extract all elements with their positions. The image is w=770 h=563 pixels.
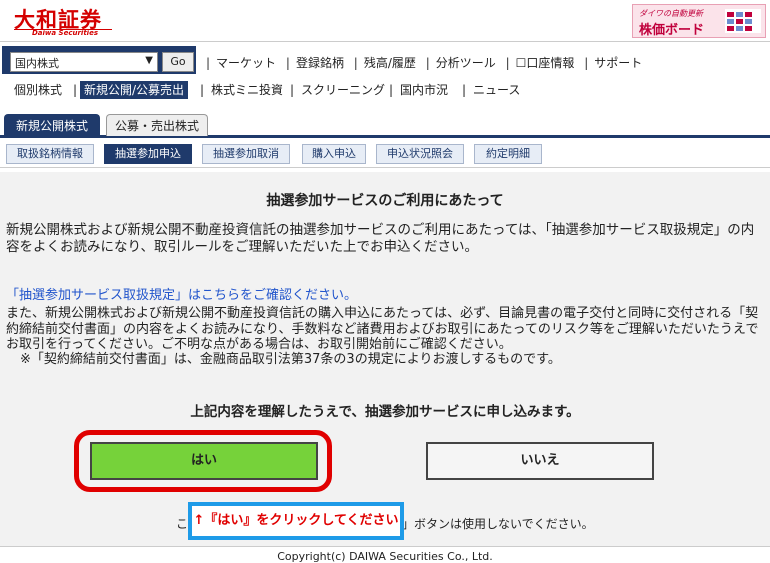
dropdown-arrow-icon: ▼ (145, 55, 153, 66)
tab-public-offering[interactable]: 公募・売出株式 (106, 114, 208, 136)
subnav-mini-stocks[interactable]: 株式ミニ投資 (207, 81, 287, 99)
subnav-market-news[interactable]: 国内市況 (396, 81, 452, 99)
subnav-news[interactable]: ニュース (469, 81, 524, 99)
no-button[interactable]: いいえ (426, 442, 654, 480)
logo-english: Daiwa Securities (32, 29, 98, 37)
subtab-status-inquiry[interactable]: 申込状況照会 (376, 144, 464, 164)
nav-analysis[interactable]: 分析ツール (436, 54, 496, 71)
product-select[interactable]: 国内株式 ▼ (10, 52, 158, 72)
product-selector-box: 国内株式 ▼ Go (2, 46, 196, 74)
copyright-footer: Copyright(c) DAIWA Securities Co., Ltd. (0, 546, 770, 563)
subtab-bar: 取扱銘柄情報 抽選参加申込 抽選参加取消 購入申込 申込状況照会 約定明細 (0, 140, 770, 168)
daiwa-logo[interactable]: 大和証券 Daiwa Securities (4, 2, 112, 38)
tab-new-ipo[interactable]: 新規公開株式 (4, 114, 100, 136)
nav-balance[interactable]: 残高/履歴 (364, 54, 416, 71)
disclosure-note: ※「契約締結前交付書面」は、金融商品取引法第37条の3の規定によりお渡しするもの… (20, 352, 561, 367)
page-title: 抽選参加サービスのご利用にあたって (266, 193, 504, 209)
chart-icon (725, 9, 761, 33)
subtab-purchase[interactable]: 購入申込 (302, 144, 366, 164)
sub-nav: 個別株式 | 新規公開/公募売出 | 株式ミニ投資 | スクリーニング | 国内… (0, 80, 770, 102)
terms-link[interactable]: 「抽選参加サービス取扱規定」はこちらをご確認ください。 (6, 284, 357, 303)
nav-market[interactable]: マーケット (216, 54, 276, 71)
click-instruction-callout: ↑『はい』をクリックしてください (188, 502, 404, 540)
banner-subtitle: ダイワの自動更新 (639, 9, 703, 18)
banner-title: 株価ボード (639, 23, 705, 38)
nav-support[interactable]: サポート (594, 54, 642, 71)
nav-registered[interactable]: 登録銘柄 (296, 54, 344, 71)
subnav-individual-stocks[interactable]: 個別株式 (10, 81, 66, 99)
main-nav: 国内株式 ▼ Go | マーケット | 登録銘柄 | 残高/履歴 | 分析ツール | ☐口… (0, 44, 770, 78)
note-text-end: 」ボタンは使用しないでください。 (402, 517, 594, 531)
go-button[interactable]: Go (162, 52, 194, 72)
checkbox-icon: ☐ (515, 56, 527, 70)
product-select-value: 国内株式 (15, 57, 59, 70)
tab-bar: 新規公開株式 公募・売出株式 (0, 112, 770, 138)
main-content: 抽選参加サービスのご利用にあたって 新規公開株式および新規公開不動産投資信託の抽… (0, 172, 770, 563)
note-text-start: こ (176, 517, 189, 531)
confirm-text: 上記内容を理解したうえで、抽選参加サービスに申し込みます。 (190, 404, 580, 420)
subtab-execution[interactable]: 約定明細 (474, 144, 542, 164)
stock-board-banner[interactable]: ダイワの自動更新 株価ボード (632, 4, 766, 38)
yes-button[interactable]: はい (90, 442, 318, 480)
intro-paragraph: 新規公開株式および新規公開不動産投資信託の抽選参加サービスのご利用にあたっては、… (6, 222, 755, 255)
nav-account[interactable]: ☐口座情報 (516, 54, 575, 71)
subtab-stock-info[interactable]: 取扱銘柄情報 (6, 144, 94, 164)
subnav-ipo[interactable]: 新規公開/公募売出 (80, 81, 189, 99)
subtab-lottery-apply[interactable]: 抽選参加申込 (104, 144, 192, 164)
disclosure-paragraph: また、新規公開株式および新規公開不動産投資信託の購入申込にあたっては、必ず、目論… (6, 306, 759, 352)
subtab-lottery-cancel[interactable]: 抽選参加取消 (202, 144, 290, 164)
main-nav-links: | マーケット | 登録銘柄 | 残高/履歴 | 分析ツール | ☐口座情報 | サポート (206, 54, 643, 71)
subnav-screening[interactable]: スクリーニング (297, 81, 389, 99)
header: 大和証券 Daiwa Securities ダイワの自動更新 株価ボード (0, 0, 770, 42)
